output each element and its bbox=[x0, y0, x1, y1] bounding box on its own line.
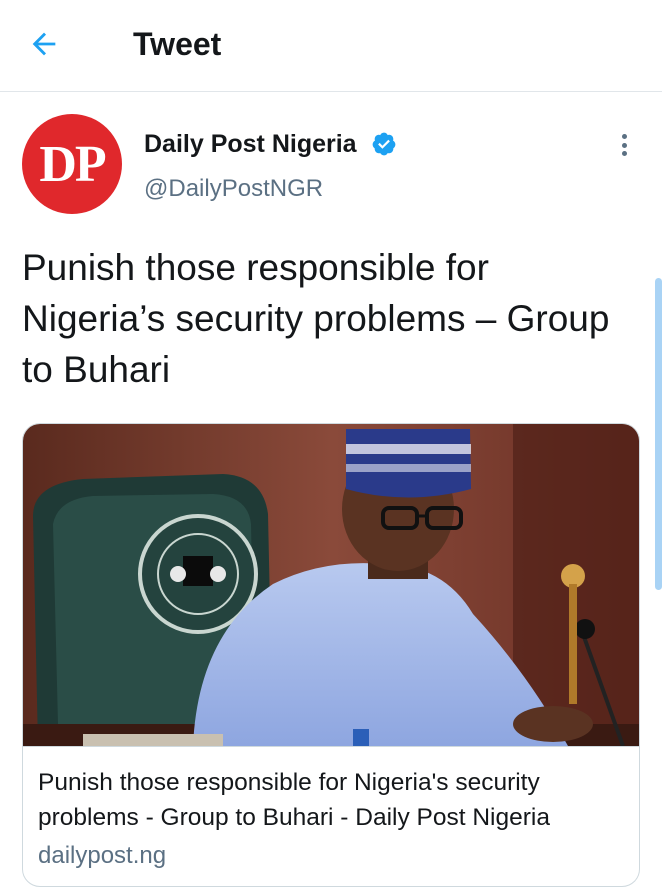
more-options-button[interactable] bbox=[612, 130, 636, 160]
avatar[interactable]: DP bbox=[22, 114, 122, 214]
page-title: Tweet bbox=[133, 26, 222, 62]
link-preview-title: Punish those responsible for Nigeria's s… bbox=[38, 769, 550, 831]
author-name[interactable]: Daily Post Nigeria bbox=[144, 128, 357, 160]
more-vertical-icon-dot bbox=[621, 134, 627, 139]
top-app-bar: Tweet bbox=[0, 0, 662, 92]
avatar-logo-text: DP bbox=[39, 135, 106, 193]
more-vertical-icon-dot bbox=[621, 151, 627, 156]
link-preview-domain: dailypost.ng bbox=[38, 842, 167, 869]
arrow-left-icon bbox=[32, 32, 56, 56]
back-button[interactable] bbox=[24, 24, 64, 64]
tweet-detail-screen: Tweet DP Daily Post Nigeria @DailyPostNG… bbox=[0, 0, 662, 891]
link-preview-card[interactable]: Punish those responsible for Nigeria's s… bbox=[22, 423, 640, 887]
author-handle[interactable]: @DailyPostNGR bbox=[144, 173, 323, 205]
verified-badge-icon bbox=[372, 132, 396, 156]
link-preview-image bbox=[23, 424, 639, 746]
more-vertical-icon-dot bbox=[621, 142, 627, 148]
link-preview-meta: Punish those responsible for Nigeria's s… bbox=[23, 746, 639, 886]
scrollbar[interactable] bbox=[655, 278, 662, 590]
tweet-text: Punish those responsible for Nigeria’s s… bbox=[22, 247, 610, 390]
